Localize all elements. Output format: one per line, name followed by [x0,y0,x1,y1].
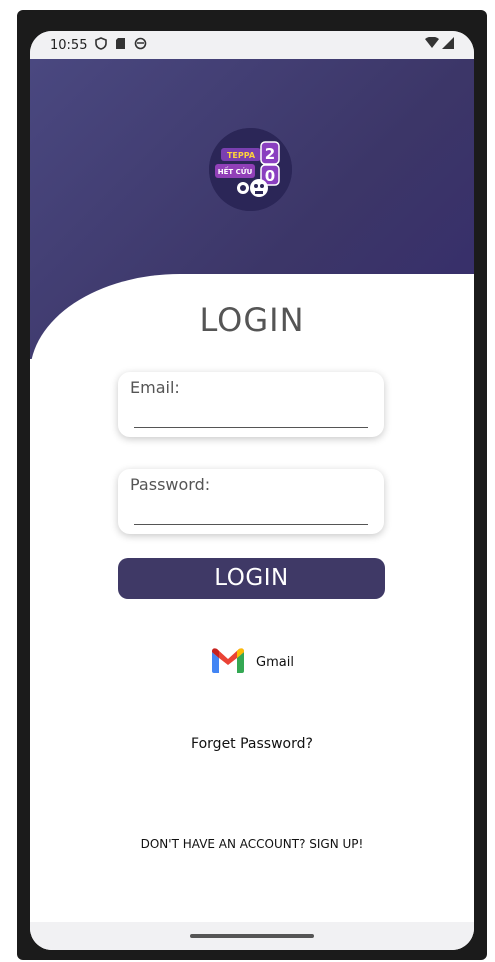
app-logo: TEPPA HẾT CỨU 2 0 [209,128,292,211]
logo-text-het-cuu: HẾT CỨU [218,166,253,176]
app-screen: 10:55 TEPPA HẾT CỨU 2 0 LOGIN Email: Pas… [30,31,474,950]
status-time: 10:55 [50,37,88,53]
page-title: LOGIN [199,301,305,339]
navigation-bar [30,922,474,950]
home-indicator[interactable] [190,934,314,938]
email-field[interactable]: Email: [118,372,384,437]
wifi-icon [425,36,439,53]
email-underline [134,427,368,428]
forget-password-link[interactable]: Forget Password? [30,736,474,752]
password-label: Password: [130,475,211,494]
email-input[interactable] [134,400,368,424]
logo-digit-zero: 0 [265,167,275,185]
signal-icon [442,37,454,53]
logo-text-teppa: TEPPA [227,151,256,160]
password-field[interactable]: Password: [118,469,384,534]
password-underline [134,524,368,525]
logo-digit-two: 2 [265,145,275,163]
email-label: Email: [130,378,180,397]
gmail-label: Gmail [256,654,294,670]
device-frame: 10:55 TEPPA HẾT CỨU 2 0 LOGIN Email: Pas… [17,10,487,960]
signup-link[interactable]: DON'T HAVE AN ACCOUNT? SIGN UP! [30,837,474,851]
password-input[interactable] [134,497,368,521]
sync-icon [134,37,147,54]
gmail-icon [210,646,246,678]
sd-card-icon [115,37,126,54]
status-bar: 10:55 [30,31,474,59]
gmail-login-button[interactable]: Gmail [210,646,294,678]
shield-icon [95,36,108,54]
login-button[interactable]: LOGIN [118,558,385,599]
